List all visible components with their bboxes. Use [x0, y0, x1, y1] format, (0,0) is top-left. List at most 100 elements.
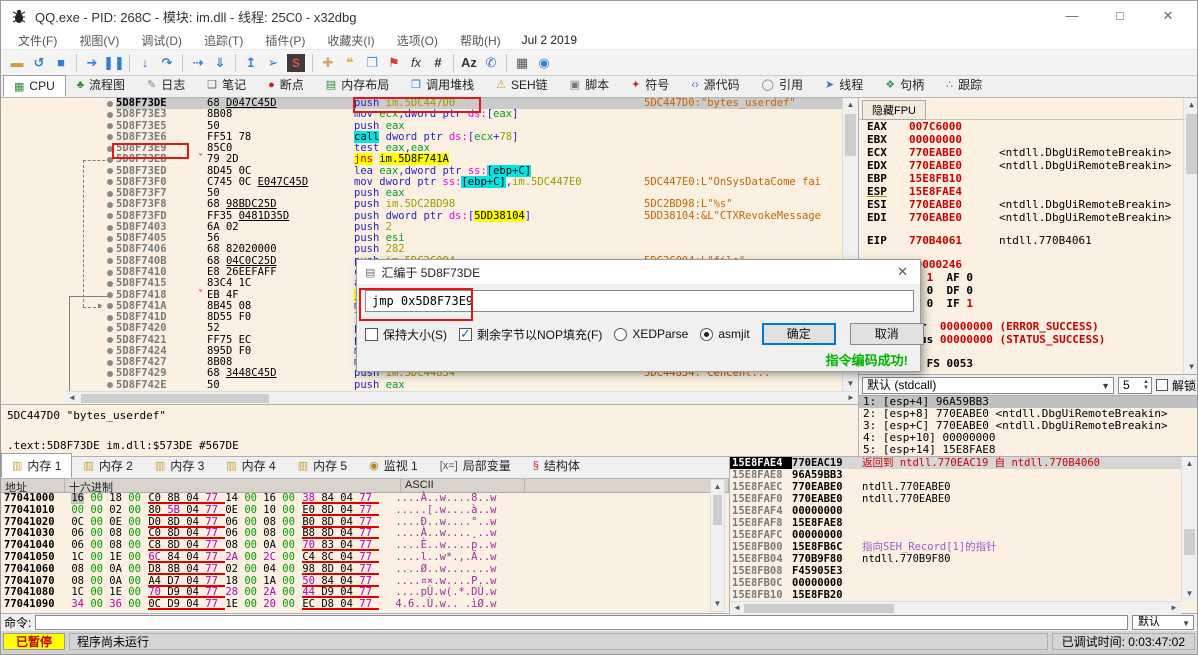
breakpoint-gutter[interactable] [1, 346, 116, 357]
register-row[interactable]: ESP 15E8FAE4 [859, 185, 1183, 198]
scroll-down-arrow[interactable]: ▼ [1184, 361, 1197, 373]
breakpoint-dot-icon[interactable] [107, 337, 113, 344]
dialog-title-bar[interactable]: ▤ 汇编于 5D8F73DE ✕ [357, 260, 920, 284]
dialog-close-icon[interactable]: ✕ [893, 264, 912, 280]
restart-icon[interactable]: ↺ [28, 53, 50, 73]
breakpoint-gutter[interactable] [1, 177, 116, 188]
register-row[interactable]: EDI 770EABE0 <ntdll.DbgUiRemoteBreakin> [859, 211, 1183, 224]
stack-row[interactable]: 15E8FAF8 15E8FAE8 [730, 517, 1197, 529]
stack-row[interactable]: 15E8FB00 15E8FB6C 指向SEH_Record[1]的指针 [730, 541, 1197, 553]
run-to-cursor-icon[interactable]: ⇢ [187, 53, 209, 73]
breakpoint-gutter[interactable] [1, 222, 116, 233]
pause-icon[interactable]: ❚❚ [103, 53, 125, 73]
disasm-row[interactable]: 5D8F73E3 8B08 mov ecx,dword ptr ds:[eax] [1, 108, 858, 120]
breakpoint-gutter[interactable] [1, 121, 116, 132]
minimize-icon[interactable]: — [1065, 8, 1079, 24]
tab-笔记[interactable]: ❏ 笔记 [196, 72, 257, 97]
patches-icon[interactable]: ✚ [317, 53, 339, 73]
breakpoint-gutter[interactable] [1, 278, 116, 289]
breakpoint-gutter[interactable] [1, 211, 116, 222]
scrollbar-thumb[interactable] [1186, 114, 1197, 174]
scroll-up-arrow[interactable]: ▲ [1182, 458, 1197, 470]
instruction-input[interactable]: jmp 0x5D8F73E9 [365, 290, 914, 312]
disasm-row[interactable]: 5D8F742E 50 push eax [1, 379, 858, 391]
breakpoint-gutter[interactable] [1, 166, 116, 177]
menu-item[interactable]: 帮助(H) [449, 32, 512, 49]
comments-icon[interactable]: ❝ [339, 53, 361, 73]
breakpoint-dot-icon[interactable] [107, 247, 113, 254]
tab-脚本[interactable]: ▣ 脚本 [559, 72, 620, 97]
breakpoint-dot-icon[interactable] [107, 280, 113, 287]
breakpoint-gutter[interactable] [1, 312, 116, 323]
tab-日志[interactable]: ✎ 日志 [136, 72, 196, 97]
step-into-icon[interactable]: ↓ [134, 53, 156, 73]
menu-item[interactable]: 选项(O) [386, 32, 449, 49]
close-icon[interactable]: ✕ [1161, 8, 1175, 24]
tab-调用堆栈[interactable]: ❐ 调用堆栈 [400, 72, 485, 97]
breakpoint-dot-icon[interactable] [107, 258, 113, 265]
breakpoint-gutter[interactable] [1, 256, 116, 267]
register-row[interactable]: EAX 007C6000 [859, 120, 1183, 133]
breakpoint-dot-icon[interactable] [107, 111, 113, 118]
step-over-icon[interactable]: ↷ [156, 53, 178, 73]
keep-size-checkbox[interactable] [365, 327, 378, 341]
stack-row[interactable]: 15E8FAF0 770EABE0 ntdll.770EABE0 [730, 493, 1197, 505]
breakpoint-dot-icon[interactable] [107, 224, 113, 231]
tab-内存 1[interactable]: ▥ 内存 1 [1, 453, 73, 478]
register-row[interactable]: ESI 770EABE0 <ntdll.DbgUiRemoteBreakin> [859, 198, 1183, 211]
spin-down-icon[interactable]: ▼ [1143, 385, 1149, 392]
breakpoint-dot-icon[interactable] [107, 325, 113, 332]
nop-fill-checkbox[interactable] [459, 326, 472, 342]
menu-item[interactable]: 调试(D) [130, 32, 193, 49]
hash-icon[interactable]: # [427, 53, 449, 73]
breakpoint-dot-icon[interactable] [107, 382, 113, 389]
breakpoint-dot-icon[interactable] [107, 179, 113, 186]
tab-内存布局[interactable]: ▤ 内存布局 [315, 72, 400, 97]
breakpoint-gutter[interactable] [1, 188, 116, 199]
tab-SEH链[interactable]: ⚠ SEH链 [485, 72, 559, 97]
tab-流程图[interactable]: ♣ 流程图 [66, 72, 136, 97]
memory-dump-pane[interactable]: ▥ 内存 1 ▥ 内存 2 ▥ 内存 3 ▥ 内存 4 ▥ 内存 5 ◉ 监视 1 [x=] 局部变量 § 结… [1, 453, 729, 614]
modules-icon[interactable]: ✆ [480, 53, 502, 73]
calculator-icon[interactable]: ▦ [511, 53, 533, 73]
breakpoint-gutter[interactable] [1, 368, 116, 379]
breakpoint-dot-icon[interactable] [107, 190, 113, 197]
breakpoint-gutter[interactable] [1, 244, 116, 255]
argument-row[interactable]: 5: [esp+14] 15E8FAE8 [859, 444, 1197, 456]
tab-跟踪[interactable]: ∴ 跟踪 [935, 72, 993, 97]
breakpoint-gutter[interactable] [1, 98, 116, 109]
open-file-icon[interactable]: ▬ [6, 53, 28, 73]
tab-内存 2[interactable]: ▥ 内存 2 [72, 453, 143, 478]
breakpoint-gutter[interactable] [1, 233, 116, 244]
breakpoint-gutter[interactable] [1, 109, 116, 120]
strings-icon[interactable]: Az [458, 53, 480, 73]
scrollbar-thumb[interactable] [744, 604, 894, 613]
tab-符号[interactable]: ✦ 符号 [620, 72, 680, 97]
unlock-checkbox[interactable] [1155, 379, 1168, 391]
title-bar[interactable]: QQ.exe - PID: 268C - 模块: im.dll - 线程: 25… [1, 1, 1197, 31]
labels-icon[interactable]: ❐ [361, 53, 383, 73]
scroll-down-arrow[interactable]: ▼ [711, 598, 724, 610]
calling-convention-select[interactable]: 默认 (stdcall) ▼ [862, 376, 1114, 394]
functions-icon[interactable]: fx [405, 53, 427, 73]
xedparse-radio[interactable] [614, 327, 628, 341]
breakpoint-dot-icon[interactable] [107, 359, 113, 366]
breakpoint-dot-icon[interactable] [107, 134, 113, 141]
breakpoint-gutter[interactable] [1, 143, 116, 154]
step-out-icon[interactable]: ⇓ [209, 53, 231, 73]
tab-引用[interactable]: ◯ 引用 [751, 72, 814, 97]
bookmarks-icon[interactable]: ⚑ [383, 53, 405, 73]
scroll-down-arrow[interactable]: ▼ [1182, 588, 1197, 600]
scroll-up-arrow[interactable]: ▲ [711, 481, 724, 493]
scroll-left-arrow[interactable]: ◄ [732, 602, 742, 614]
register-row[interactable]: EIP 770B4061 ntdll.770B4061 [859, 234, 1183, 247]
stack-row[interactable]: 15E8FB10 15E8FB20 [730, 589, 1197, 601]
menu-item[interactable]: 插件(P) [254, 32, 316, 49]
breakpoint-dot-icon[interactable] [107, 314, 113, 321]
hide-debugger-icon[interactable]: S [287, 53, 305, 72]
stack-row[interactable]: 15E8FAEC 770EABE0 ntdll.770EABE0 [730, 481, 1197, 493]
register-row[interactable]: EBX 00000000 [859, 133, 1183, 146]
menu-item[interactable]: 收藏夹(I) [316, 32, 385, 49]
stack-pane[interactable]: 15E8FAE4 770EAC19 返回到 ntdll.770EAC19 自 ntd… [730, 457, 1197, 614]
hide-fpu-button[interactable]: 隐藏FPU [862, 100, 926, 120]
